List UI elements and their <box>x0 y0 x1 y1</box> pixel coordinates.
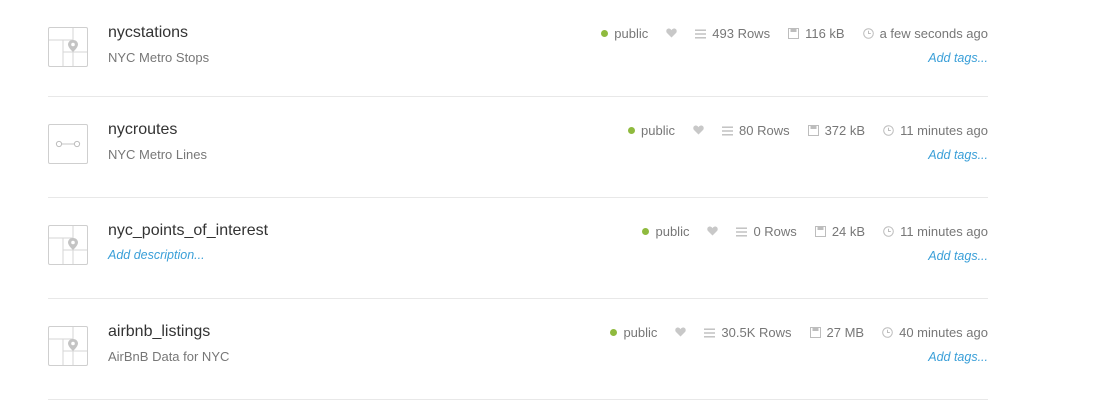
dataset-size: 116 kB <box>788 26 845 41</box>
rows-label: 0 Rows <box>753 224 797 239</box>
heart-icon[interactable] <box>666 26 677 41</box>
add-tags-link[interactable]: Add tags... <box>928 51 988 65</box>
add-tags-link[interactable]: Add tags... <box>928 148 988 162</box>
dataset-description: NYC Metro Stops <box>108 50 210 65</box>
add-description-link[interactable]: Add description... <box>108 248 205 262</box>
rows-label: 493 Rows <box>712 26 771 41</box>
privacy-label: public <box>641 123 675 138</box>
dataset-meta: public 80 Rows 372 kB 11 minutes ago <box>628 123 988 138</box>
dataset-title[interactable]: nycstations <box>108 24 188 42</box>
dataset-title[interactable]: airbnb_listings <box>108 323 210 341</box>
dataset-description: NYC Metro Lines <box>108 147 207 162</box>
disk-icon <box>807 125 819 136</box>
heart-icon[interactable] <box>693 123 704 138</box>
updated-label: a few seconds ago <box>879 26 988 41</box>
clock-icon <box>883 226 894 237</box>
privacy-status[interactable]: public <box>601 26 648 41</box>
dataset-size: 27 MB <box>809 325 865 340</box>
last-updated: a few seconds ago <box>862 26 988 41</box>
disk-icon <box>809 327 821 338</box>
updated-label: 11 minutes ago <box>900 224 988 239</box>
disk-icon <box>814 226 826 237</box>
rows-icon <box>722 126 733 136</box>
size-label: 116 kB <box>805 26 845 41</box>
dataset-row: nycroutes NYC Metro Lines public 80 Rows <box>48 97 988 198</box>
dataset-row: nyc_points_of_interest Add description..… <box>48 198 988 299</box>
rows-icon <box>736 227 748 237</box>
row-count: 0 Rows <box>736 224 797 239</box>
clock-icon <box>862 28 874 39</box>
privacy-status[interactable]: public <box>628 123 675 138</box>
size-label: 372 kB <box>824 123 866 138</box>
line-icon[interactable] <box>48 124 88 164</box>
map-pin-icon[interactable] <box>48 326 88 366</box>
updated-label: 40 minutes ago <box>899 325 988 340</box>
rows-icon <box>704 328 716 338</box>
dataset-meta: public 0 Rows 24 kB 11 minutes ago <box>642 224 988 239</box>
heart-icon[interactable] <box>707 224 719 239</box>
dataset-description: AirBnB Data for NYC <box>108 349 230 364</box>
privacy-label: public <box>614 26 649 41</box>
add-tags-link[interactable]: Add tags... <box>928 249 988 263</box>
updated-label: 11 minutes ago <box>900 123 988 138</box>
dataset-row: nycstations NYC Metro Stops public 493 R… <box>48 0 988 97</box>
privacy-status[interactable]: public <box>610 325 657 340</box>
row-count: 30.5K Rows <box>704 325 792 340</box>
disk-icon <box>788 28 800 39</box>
dataset-size: 24 kB <box>814 224 866 239</box>
dataset-row: airbnb_listings AirBnB Data for NYC publ… <box>48 299 988 400</box>
dataset-size: 372 kB <box>807 123 866 138</box>
like-button[interactable] <box>707 224 719 239</box>
last-updated: 40 minutes ago <box>882 325 988 340</box>
size-label: 27 MB <box>826 325 865 340</box>
size-label: 24 kB <box>831 224 866 239</box>
like-button[interactable] <box>693 123 704 138</box>
heart-icon[interactable] <box>675 325 687 340</box>
dataset-title[interactable]: nyc_points_of_interest <box>108 222 268 240</box>
row-count: 493 Rows <box>695 26 770 41</box>
add-tags-link[interactable]: Add tags... <box>928 350 988 364</box>
privacy-label: public <box>623 325 658 340</box>
row-count: 80 Rows <box>722 123 790 138</box>
dataset-title[interactable]: nycroutes <box>108 121 177 139</box>
privacy-label: public <box>655 224 690 239</box>
status-dot-icon <box>601 30 609 37</box>
map-pin-icon[interactable] <box>48 27 88 67</box>
rows-icon <box>695 29 707 39</box>
clock-icon <box>883 125 894 136</box>
rows-label: 30.5K Rows <box>721 325 792 340</box>
status-dot-icon <box>610 329 618 336</box>
clock-icon <box>882 327 893 338</box>
map-pin-icon[interactable] <box>48 225 88 265</box>
last-updated: 11 minutes ago <box>883 224 988 239</box>
dataset-list: nycstations NYC Metro Stops public 493 R… <box>48 0 988 400</box>
status-dot-icon <box>642 228 650 235</box>
last-updated: 11 minutes ago <box>883 123 988 138</box>
like-button[interactable] <box>675 325 687 340</box>
status-dot-icon <box>628 127 636 134</box>
dataset-meta: public 30.5K Rows 27 MB 40 minutes ago <box>610 325 988 340</box>
privacy-status[interactable]: public <box>642 224 689 239</box>
rows-label: 80 Rows <box>739 123 790 138</box>
dataset-meta: public 493 Rows 116 kB a few seconds ago <box>601 26 988 41</box>
like-button[interactable] <box>666 26 677 41</box>
